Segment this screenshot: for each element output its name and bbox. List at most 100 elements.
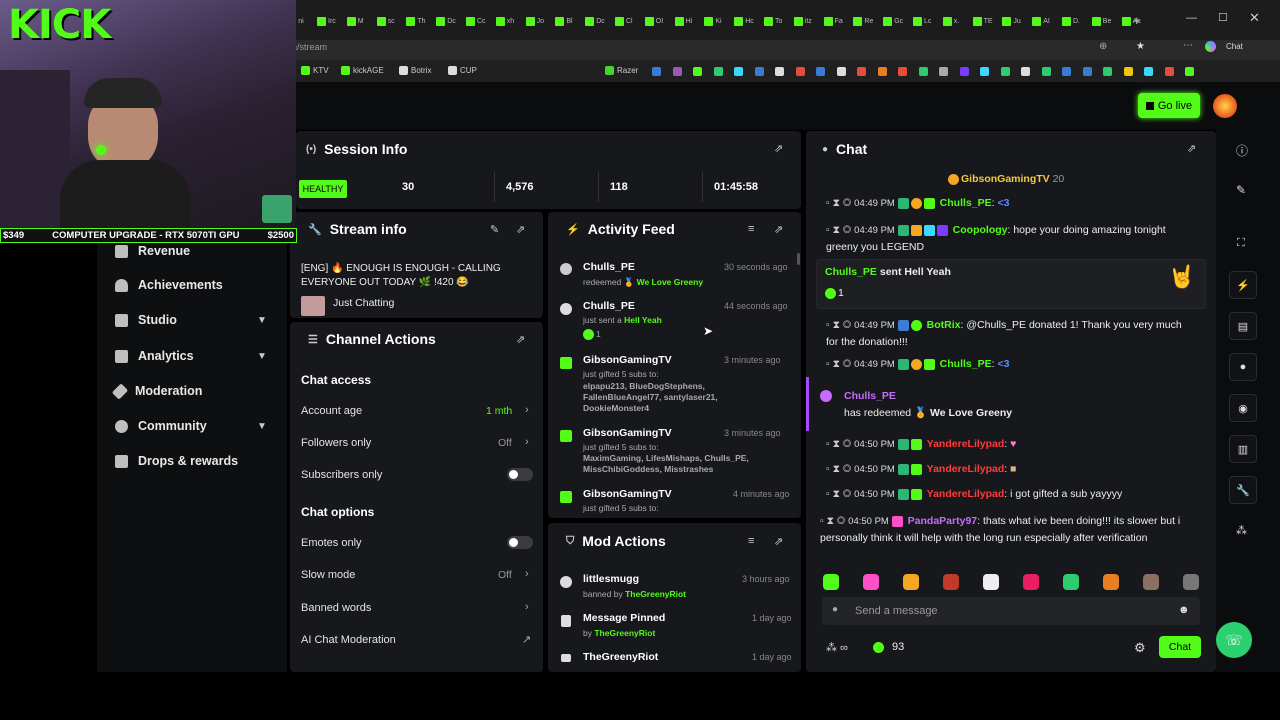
nav-studio[interactable]: Studio: [115, 313, 177, 327]
chat-settings-icons[interactable]: ⁂ ∞: [826, 641, 848, 654]
scrollbar[interactable]: [797, 253, 800, 265]
bookmark-favicon-icon[interactable]: [734, 67, 743, 76]
browser-tab[interactable]: AI: [1032, 14, 1050, 28]
browser-tab[interactable]: Gc: [883, 14, 903, 28]
bookmark-favicon-icon[interactable]: [898, 67, 907, 76]
address-bar[interactable]: [160, 40, 1280, 60]
pencil-icon[interactable]: ✎: [1236, 183, 1246, 197]
bookmark-favicon-icon[interactable]: [1123, 67, 1133, 76]
chat-username[interactable]: Coopology: [953, 224, 1008, 236]
chat-username[interactable]: YandereLilypad: [927, 463, 1005, 475]
bookmark-favicon-icon[interactable]: [775, 67, 784, 76]
feed-user[interactable]: GibsonGamingTV: [583, 488, 672, 500]
chat-username[interactable]: YandereLilypad: [927, 488, 1005, 500]
bookmark-favicon-icon[interactable]: [836, 67, 846, 76]
chat-input-placeholder[interactable]: Send a message: [855, 605, 938, 617]
bookmark-ktv[interactable]: KTV: [301, 66, 329, 75]
chat-username[interactable]: PandaParty97: [908, 515, 977, 527]
browser-tab[interactable]: OI: [644, 14, 663, 28]
chevron-right-icon[interactable]: ›: [525, 404, 529, 416]
broadcast-tool-button[interactable]: ◉: [1229, 394, 1257, 422]
fullscreen-icon[interactable]: ⛶: [1237, 237, 1245, 250]
info-icon[interactable]: ⓘ: [1236, 142, 1248, 159]
popout-icon[interactable]: ⇗: [516, 333, 525, 346]
bookmark-favicon-icon[interactable]: [1144, 67, 1153, 76]
close-window-button[interactable]: ✕: [1249, 10, 1260, 26]
chat-username[interactable]: GibsonGamingTV: [961, 173, 1050, 185]
account-age-label[interactable]: Account age: [301, 405, 362, 417]
browser-tab[interactable]: Hi: [674, 14, 692, 28]
chat-username[interactable]: Chulls_PE: [825, 266, 877, 278]
browser-tab[interactable]: sc: [376, 14, 395, 28]
bookmark-favicon-icon[interactable]: [1103, 67, 1112, 76]
layout-tool-button[interactable]: ▥: [1229, 435, 1257, 463]
bookmark-favicon-icon[interactable]: [713, 67, 723, 76]
browser-tab[interactable]: To: [764, 14, 782, 28]
filter-icon[interactable]: ≡: [748, 223, 754, 235]
mod-target[interactable]: littlesmugg: [583, 573, 639, 585]
browser-tab[interactable]: Dc: [436, 14, 456, 28]
emotes-only-toggle[interactable]: [507, 536, 533, 549]
emote-icon[interactable]: [903, 574, 919, 590]
browser-tab[interactable]: Cl: [615, 14, 633, 28]
browser-tab[interactable]: itz: [793, 14, 812, 28]
chat-username[interactable]: Chulls_PE: [940, 197, 992, 209]
emote-icon[interactable]: [1103, 574, 1119, 590]
copilot-icon[interactable]: [1205, 41, 1216, 52]
wrench-tool-button[interactable]: 🔧: [1229, 476, 1257, 504]
nav-community[interactable]: Community: [115, 419, 207, 433]
mod-target[interactable]: TheGreenyRiot: [583, 651, 658, 663]
chevron-down-icon[interactable]: ▼: [257, 421, 267, 432]
mod-target[interactable]: Message Pinned: [583, 612, 665, 624]
chat-tab-label[interactable]: Chat: [1226, 42, 1243, 51]
new-tab-button[interactable]: +: [1133, 13, 1141, 28]
chevron-down-icon[interactable]: ▼: [257, 351, 267, 362]
nav-analytics[interactable]: Analytics: [115, 349, 194, 363]
emote-icon[interactable]: [1063, 574, 1079, 590]
feed-user[interactable]: Chulls_PE: [583, 300, 635, 312]
emote-icon[interactable]: [983, 574, 999, 590]
bookmark-favicon-icon[interactable]: [1000, 67, 1010, 76]
chat-username[interactable]: YandereLilypad: [927, 438, 1005, 450]
browser-tab[interactable]: Dc: [585, 14, 605, 28]
emote-icon[interactable]: [1143, 574, 1159, 590]
bookmark-cup[interactable]: CUP: [448, 66, 477, 75]
followers-only-label[interactable]: Followers only: [301, 437, 371, 449]
feed-user[interactable]: Chulls_PE: [583, 261, 635, 273]
emote-icon[interactable]: [863, 574, 879, 590]
popout-icon[interactable]: ⇗: [516, 223, 525, 236]
bookmark-favicon-icon[interactable]: [1021, 67, 1030, 76]
browser-tab[interactable]: Lc: [913, 14, 931, 28]
browser-tab[interactable]: Irc: [317, 14, 336, 28]
filter-icon[interactable]: ≡: [748, 535, 754, 547]
notes-tool-button[interactable]: ▤: [1229, 312, 1257, 340]
chevron-right-icon[interactable]: ›: [525, 436, 529, 448]
emote-icon[interactable]: [823, 574, 839, 590]
go-live-button[interactable]: Go live: [1138, 93, 1200, 118]
browser-tab[interactable]: Fa: [823, 14, 843, 28]
external-link-icon[interactable]: ↗: [522, 633, 531, 646]
bookmark-kickage[interactable]: kickAGE: [341, 66, 384, 75]
subscribers-only-toggle[interactable]: [507, 468, 533, 481]
popout-icon[interactable]: ⇗: [774, 142, 783, 155]
bookmark-favicon-icon[interactable]: [1082, 67, 1092, 76]
feed-user[interactable]: GibsonGamingTV: [583, 354, 672, 366]
channel-points[interactable]: 93: [873, 641, 904, 653]
share-icon[interactable]: ⁂: [1236, 524, 1247, 537]
browser-tab[interactable]: Jo: [525, 14, 544, 28]
zoom-icon[interactable]: ⊕: [1099, 41, 1107, 52]
browser-tab[interactable]: D.: [1062, 14, 1080, 28]
lightning-tool-button[interactable]: ⚡: [1229, 271, 1257, 299]
nav-moderation[interactable]: Moderation: [111, 382, 202, 400]
emoji-picker-icon[interactable]: ☻: [1178, 604, 1190, 616]
bookmark-botrix[interactable]: Botrix: [399, 66, 431, 75]
bookmark-favicon-icon[interactable]: [939, 67, 948, 76]
chevron-right-icon[interactable]: ›: [525, 568, 529, 580]
edit-icon[interactable]: ✎: [490, 223, 499, 236]
popout-icon[interactable]: ⇗: [774, 535, 783, 548]
mod-by[interactable]: TheGreenyRiot: [625, 589, 686, 599]
chat-username[interactable]: BotRix: [927, 319, 961, 331]
bookmark-favicon-icon[interactable]: [754, 67, 764, 76]
bookmark-favicon-icon[interactable]: [652, 67, 661, 76]
support-button[interactable]: ☏: [1216, 622, 1252, 658]
